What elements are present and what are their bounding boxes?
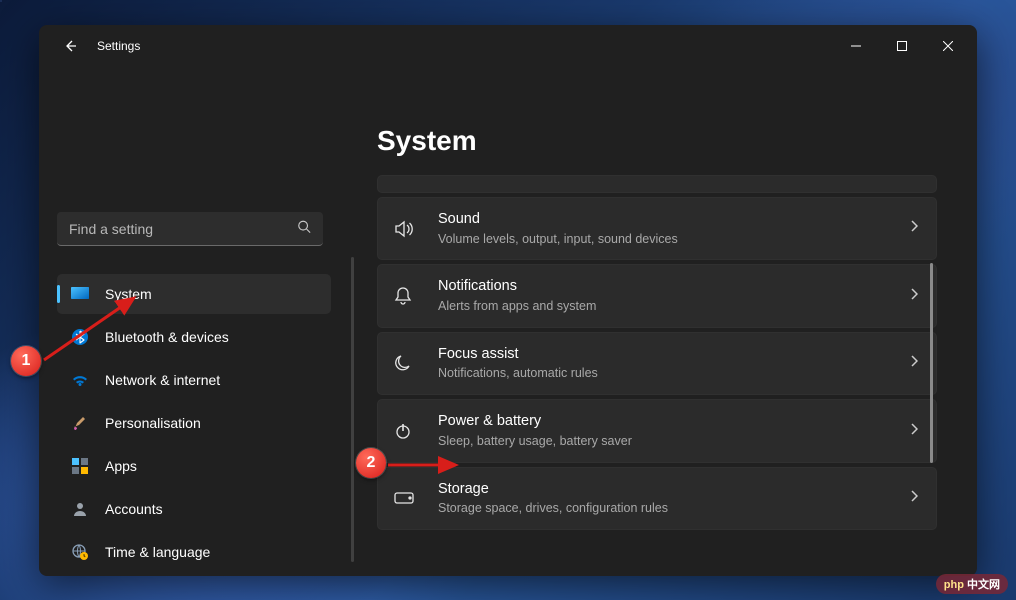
chevron-right-icon — [910, 219, 918, 238]
scroll-thumb[interactable] — [930, 263, 933, 463]
setting-card-sound[interactable]: Sound Volume levels, output, input, soun… — [377, 197, 937, 260]
sidebar-scrollbar[interactable] — [351, 257, 354, 562]
search-container — [57, 212, 323, 246]
sidebar-item-time-language[interactable]: Time & language — [57, 532, 331, 572]
arrow-left-icon — [62, 38, 78, 54]
close-button[interactable] — [925, 30, 971, 62]
setting-card-partial-top[interactable] — [377, 175, 937, 193]
setting-subtitle: Storage space, drives, configuration rul… — [438, 500, 910, 517]
brush-icon — [71, 414, 89, 432]
window-controls — [833, 30, 971, 62]
setting-subtitle: Volume levels, output, input, sound devi… — [438, 231, 910, 248]
chevron-right-icon — [910, 287, 918, 306]
setting-title: Storage — [438, 480, 910, 500]
watermark-suffix: 中文网 — [967, 579, 1000, 591]
setting-card-storage[interactable]: Storage Storage space, drives, configura… — [377, 467, 937, 530]
minimize-icon — [851, 41, 861, 51]
sound-icon — [394, 220, 424, 238]
bell-icon — [394, 286, 424, 306]
annotation-badge-2: 2 — [356, 448, 386, 478]
sidebar-item-label: Apps — [105, 458, 137, 474]
sidebar-item-label: Network & internet — [105, 372, 220, 388]
sidebar-item-label: Accounts — [105, 501, 163, 517]
storage-icon — [394, 492, 424, 504]
setting-subtitle: Sleep, battery usage, battery saver — [438, 433, 910, 450]
maximize-icon — [897, 41, 907, 51]
sidebar-item-apps[interactable]: Apps — [57, 446, 331, 486]
setting-title: Sound — [438, 210, 910, 230]
back-button[interactable] — [55, 31, 85, 61]
watermark: php 中文网 — [936, 574, 1008, 594]
watermark-brand: php — [944, 579, 964, 591]
settings-window: Settings — [39, 25, 977, 576]
sidebar-item-label: Time & language — [105, 544, 210, 560]
setting-title: Focus assist — [438, 345, 910, 365]
chevron-right-icon — [910, 422, 918, 441]
setting-text: Power & battery Sleep, battery usage, ba… — [438, 412, 910, 449]
main-content: System Sound Volume levels, output, inpu… — [339, 67, 977, 576]
window-title: Settings — [97, 39, 140, 53]
search-input[interactable] — [57, 212, 323, 246]
setting-title: Power & battery — [438, 412, 910, 432]
setting-card-notifications[interactable]: Notifications Alerts from apps and syste… — [377, 264, 937, 327]
page-title: System — [377, 125, 937, 157]
window-body: System Bluetooth & devices Network & int… — [39, 67, 977, 576]
power-icon — [394, 422, 424, 440]
annotation-number: 2 — [367, 454, 376, 472]
setting-text: Focus assist Notifications, automatic ru… — [438, 345, 910, 382]
sidebar-item-personalisation[interactable]: Personalisation — [57, 403, 331, 443]
sidebar-item-label: Personalisation — [105, 415, 201, 431]
wifi-icon — [71, 371, 89, 389]
annotation-arrow-2 — [386, 456, 466, 474]
annotation-arrow-1 — [39, 290, 149, 366]
apps-icon — [71, 457, 89, 475]
setting-subtitle: Alerts from apps and system — [438, 298, 910, 315]
sidebar-item-network[interactable]: Network & internet — [57, 360, 331, 400]
maximize-button[interactable] — [879, 30, 925, 62]
annotation-badge-1: 1 — [11, 346, 41, 376]
main-scrollbar[interactable] — [930, 175, 933, 576]
setting-text: Notifications Alerts from apps and syste… — [438, 277, 910, 314]
annotation-number: 1 — [22, 352, 31, 370]
settings-list: Sound Volume levels, output, input, soun… — [377, 175, 937, 576]
chevron-right-icon — [910, 354, 918, 373]
setting-card-focus-assist[interactable]: Focus assist Notifications, automatic ru… — [377, 332, 937, 395]
chevron-right-icon — [910, 489, 918, 508]
setting-subtitle: Notifications, automatic rules — [438, 365, 910, 382]
setting-title: Notifications — [438, 277, 910, 297]
moon-icon — [394, 355, 424, 373]
setting-card-power-battery[interactable]: Power & battery Sleep, battery usage, ba… — [377, 399, 937, 462]
search-icon — [297, 220, 311, 239]
sidebar-item-accounts[interactable]: Accounts — [57, 489, 331, 529]
titlebar: Settings — [39, 25, 977, 67]
person-icon — [71, 500, 89, 518]
globe-clock-icon — [71, 543, 89, 561]
setting-text: Sound Volume levels, output, input, soun… — [438, 210, 910, 247]
close-icon — [943, 41, 953, 51]
setting-text: Storage Storage space, drives, configura… — [438, 480, 910, 517]
minimize-button[interactable] — [833, 30, 879, 62]
